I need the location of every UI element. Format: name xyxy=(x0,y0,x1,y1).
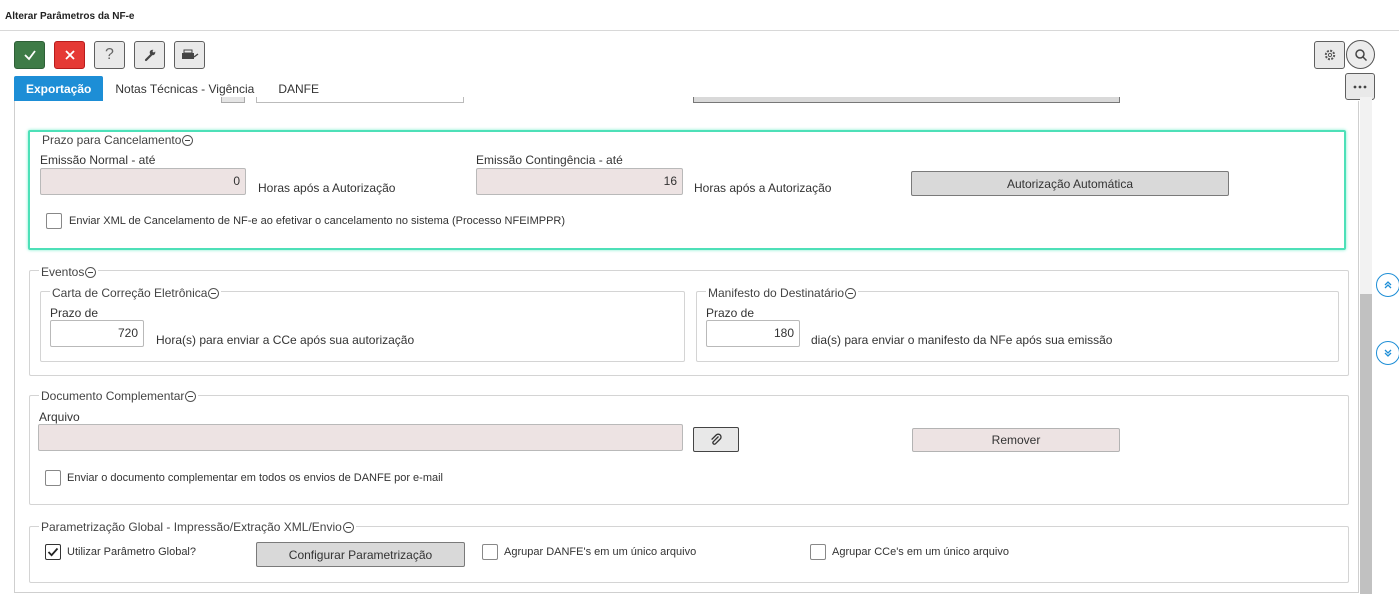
global-title: Parametrização Global - Impressão/Extraç… xyxy=(41,520,342,534)
collapse-icon[interactable] xyxy=(85,266,97,278)
ellipsis-icon xyxy=(1353,85,1367,88)
emissao-normal-input[interactable]: 0 xyxy=(40,168,246,195)
gear-icon xyxy=(1324,49,1335,61)
usar-global-label: Utilizar Parâmetro Global? xyxy=(67,546,196,558)
agrupar-danfe-checkbox[interactable] xyxy=(482,544,498,560)
agrupar-cce-checkbox[interactable] xyxy=(810,544,826,560)
manifesto-prazo-input[interactable]: 180 xyxy=(706,320,800,347)
emissao-contingencia-unit: Horas após a Autorização xyxy=(694,181,832,195)
more-options-button[interactable] xyxy=(1345,73,1375,100)
manifesto-prazo-unit: dia(s) para enviar o manifesto da NFe ap… xyxy=(811,333,1113,347)
scroll-down-button[interactable] xyxy=(1376,341,1399,365)
tab-exportacao[interactable]: Exportação xyxy=(14,76,104,101)
configurar-parametrizacao-button[interactable]: Configurar Parametrização xyxy=(256,542,465,567)
close-icon xyxy=(64,50,75,60)
manifesto-title: Manifesto do Destinatário xyxy=(708,286,845,300)
attach-file-button[interactable] xyxy=(693,427,739,452)
checkmark-icon xyxy=(47,547,59,557)
cce-prazo-unit: Hora(s) para enviar a CCe após sua autor… xyxy=(156,333,415,347)
help-icon: ? xyxy=(105,46,114,63)
agrupar-danfe-label: Agrupar DANFE's em um único arquivo xyxy=(504,546,697,558)
printer-icon xyxy=(181,49,198,59)
xml-cancelamento-label: Enviar XML de Cancelamento de NF-e ao ef… xyxy=(69,215,566,227)
manifesto-legend: Manifesto do Destinatário xyxy=(706,286,859,300)
window-titlebar: Alterar Parâmetros da NF-e xyxy=(0,0,1399,31)
collapse-icon[interactable] xyxy=(845,287,857,299)
manifesto-prazo-label: Prazo de xyxy=(706,306,755,320)
confirm-button[interactable] xyxy=(14,41,45,69)
check-icon xyxy=(23,50,36,61)
help-button[interactable]: ? xyxy=(94,41,125,69)
documento-complementar-checkbox[interactable] xyxy=(45,470,61,486)
cce-prazo-input[interactable]: 720 xyxy=(50,320,144,347)
scroll-up-button[interactable] xyxy=(1376,273,1399,297)
arquivo-input[interactable] xyxy=(38,424,683,451)
collapse-icon[interactable] xyxy=(208,287,220,299)
scrollbar-thumb[interactable] xyxy=(1360,294,1372,594)
documento-title: Documento Complementar xyxy=(41,389,185,403)
search-icon xyxy=(1354,48,1367,61)
eventos-title: Eventos xyxy=(41,265,85,279)
eventos-legend: Eventos xyxy=(39,265,99,279)
clipped-field xyxy=(221,97,245,103)
cancel-button[interactable] xyxy=(54,41,85,69)
cce-legend: Carta de Correção Eletrônica xyxy=(50,286,222,300)
double-chevron-up-icon xyxy=(1384,281,1392,289)
documento-complementar-label: Enviar o documento complementar em todos… xyxy=(67,472,444,484)
global-legend: Parametrização Global - Impressão/Extraç… xyxy=(39,520,356,534)
usar-global-checkbox[interactable] xyxy=(45,544,61,560)
tools-button[interactable] xyxy=(134,41,165,69)
emissao-normal-label: Emissão Normal - até xyxy=(40,153,156,167)
emissao-contingencia-label: Emissão Contingência - até xyxy=(476,153,623,167)
cce-prazo-label: Prazo de xyxy=(50,306,99,320)
collapse-icon[interactable] xyxy=(185,390,197,402)
cancelamento-title: Prazo para Cancelamento xyxy=(42,133,182,147)
clipped-field xyxy=(693,97,1120,103)
arquivo-label: Arquivo xyxy=(39,410,80,424)
collapse-icon[interactable] xyxy=(342,521,354,533)
print-button[interactable] xyxy=(174,41,205,69)
search-button[interactable] xyxy=(1346,40,1375,69)
agrupar-cce-label: Agrupar CCe's em um único arquivo xyxy=(832,546,1009,558)
settings-button[interactable] xyxy=(1314,41,1345,69)
wrench-icon xyxy=(144,49,155,62)
xml-cancelamento-checkbox[interactable] xyxy=(46,213,62,229)
documento-legend: Documento Complementar xyxy=(39,389,199,403)
cce-title: Carta de Correção Eletrônica xyxy=(52,286,208,300)
autorizacao-automatica-button[interactable]: Autorização Automática xyxy=(911,171,1229,196)
emissao-normal-unit: Horas após a Autorização xyxy=(258,181,396,195)
double-chevron-down-icon xyxy=(1384,349,1392,357)
collapse-icon[interactable] xyxy=(182,134,194,146)
window-title: Alterar Parâmetros da NF-e xyxy=(5,11,135,22)
remover-button[interactable]: Remover xyxy=(912,428,1120,452)
paperclip-icon xyxy=(711,433,722,445)
emissao-contingencia-input[interactable]: 16 xyxy=(476,168,683,195)
cancelamento-legend: Prazo para Cancelamento xyxy=(40,133,196,147)
clipped-field xyxy=(256,97,464,103)
